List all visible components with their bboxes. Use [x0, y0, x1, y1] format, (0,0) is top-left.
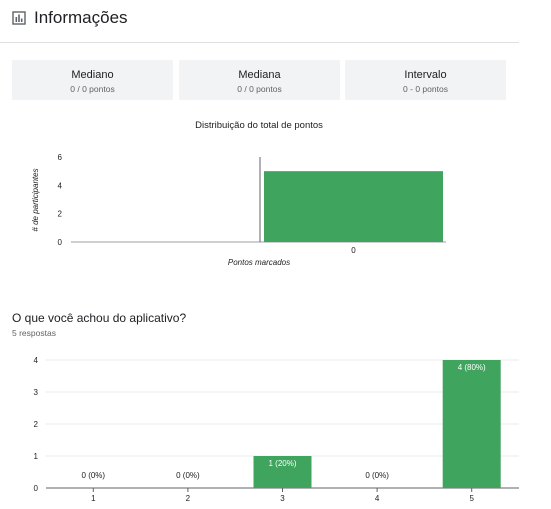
stat-label: Intervalo: [404, 69, 447, 81]
data-label: 0 (0%): [365, 471, 389, 480]
y-tick-label: 0: [34, 484, 39, 493]
page-header: Informações: [12, 6, 128, 30]
bar: [442, 360, 501, 488]
stat-value: 0 / 0 pontos: [70, 84, 115, 94]
y-axis-title: # de participantes: [31, 168, 40, 231]
data-label: 4 (80%): [458, 363, 486, 372]
x-axis-title: Pontos marcados: [228, 258, 290, 267]
question-responses-chart: 0 1 2 3 4 1 0 (0%) 2 0 (0%) 3 1 (20%) 4 0 (0%) 5 4 (80…: [34, 356, 519, 503]
stat-value: 0 - 0 pontos: [403, 84, 448, 94]
x-tick-label: 4: [375, 494, 380, 503]
y-tick-label: 6: [58, 153, 63, 162]
question-title: O que você achou do aplicativo?: [12, 311, 187, 325]
x-tick-label: 5: [469, 494, 474, 503]
y-tick-label: 4: [34, 356, 39, 365]
data-label: 0 (0%): [82, 471, 106, 480]
y-tick-label: 3: [34, 388, 39, 397]
page-title: Informações: [34, 8, 128, 27]
response-count: 5 respostas: [12, 328, 56, 338]
chart-title: Distribuição do total de pontos: [195, 120, 323, 131]
bar-chart-icon: [12, 11, 26, 25]
stat-card-mediano: Mediano 0 / 0 pontos: [12, 60, 173, 100]
y-tick-label: 4: [58, 181, 63, 190]
stat-label: Mediano: [71, 69, 114, 81]
x-tick-label: 1: [91, 494, 96, 503]
x-tick-label: 2: [186, 494, 191, 503]
bar: [264, 171, 443, 242]
y-tick-label: 0: [58, 238, 63, 247]
stat-card-mediana: Mediana 0 / 0 pontos: [179, 60, 340, 100]
header-divider: [0, 42, 519, 43]
y-tick-label: 2: [58, 210, 63, 219]
y-tick-label: 1: [34, 452, 39, 461]
points-distribution-chart: Distribuição do total de pontos 0 2 4 6 0 Pont…: [31, 120, 446, 267]
x-tick-label: 3: [280, 494, 285, 503]
data-label: 1 (20%): [268, 459, 296, 468]
x-tick-label: 0: [351, 246, 356, 255]
stat-card-intervalo: Intervalo 0 - 0 pontos: [345, 60, 506, 100]
data-label: 0 (0%): [176, 471, 200, 480]
stat-value: 0 / 0 pontos: [237, 84, 282, 94]
stat-label: Mediana: [238, 69, 281, 81]
y-tick-label: 2: [34, 420, 39, 429]
